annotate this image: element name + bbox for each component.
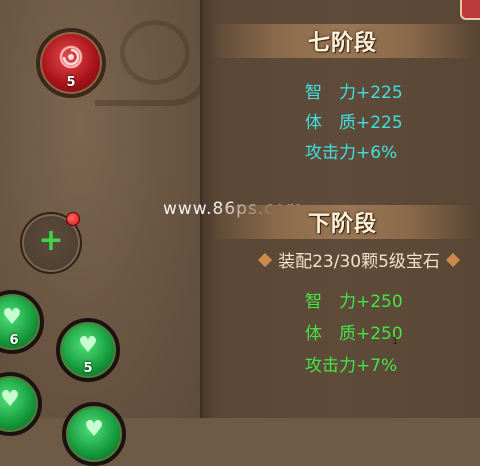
gem-count: 5 [83,361,93,376]
swirl-icon [59,45,83,69]
green-gem-slot[interactable]: ♥ 5 [56,318,120,382]
heart-icon: ♥ [84,417,104,442]
stat-attack: 攻击力+6% [305,143,398,163]
diamond-icon [445,252,460,267]
stat-constitution: 体 质+225 [305,113,403,133]
stat-intelligence: 智 力+250 [305,292,403,312]
heart-icon: ♥ [2,305,22,330]
decorative-ornament [120,20,190,85]
stat-intelligence: 智 力+225 [305,83,403,103]
small-marker: 1 [392,336,399,347]
corner-badge[interactable] [460,0,480,20]
stage-seven-header: 七阶段 [210,24,475,58]
stage-seven-title: 七阶段 [307,31,377,56]
gem-count: 6 [9,333,19,348]
red-gem-slot[interactable]: 5 [36,28,106,98]
green-gem-slot[interactable]: ♥ [62,402,126,466]
gem-count: 5 [66,75,76,90]
requirement-row: 装配23/30颗5级宝石 [248,247,470,272]
stat-constitution: 体 质+250 [305,324,403,344]
diamond-icon [258,252,273,267]
next-stage-title: 下阶段 [307,212,377,237]
requirement-text: 装配23/30颗5级宝石 [278,252,440,272]
next-stage-header: 下阶段 [210,205,475,239]
plus-icon: + [38,223,64,258]
heart-icon: ♥ [78,333,98,358]
heart-icon: ♥ [0,387,20,412]
stat-attack: 攻击力+7% [305,356,398,376]
notification-dot [66,212,80,226]
